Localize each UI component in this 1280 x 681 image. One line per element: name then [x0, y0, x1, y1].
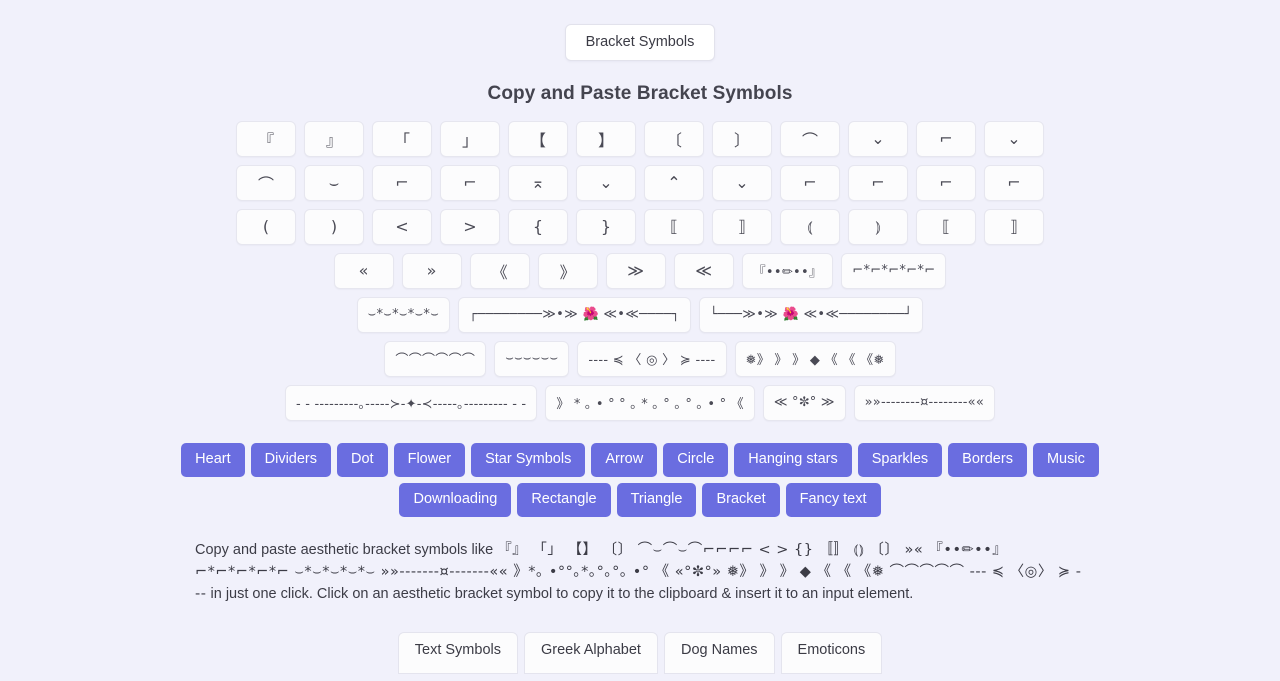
symbol-tile[interactable]: ┌────────≫•≫ 🌺 ≪•≪────┐	[458, 296, 691, 333]
symbol-tile[interactable]: <	[372, 208, 432, 245]
symbol-tile[interactable]: ⟦	[644, 208, 704, 245]
bottom-tab-emoticons[interactable]: Emoticons	[780, 631, 883, 674]
nav-pill-bracket-symbols[interactable]: Bracket Symbols	[564, 24, 716, 61]
symbol-tile[interactable]: ⌒⌒⌒⌒⌒⌒	[384, 340, 487, 377]
symbol-tile[interactable]: }	[576, 208, 636, 245]
symbol-tile[interactable]: ❅》 》 》 ◆ 《 《 《❅	[734, 340, 896, 377]
category-button-flower[interactable]: Flower	[393, 442, 466, 477]
symbol-tile[interactable]: ⟧	[984, 208, 1044, 245]
category-button-sparkles[interactable]: Sparkles	[857, 442, 943, 477]
symbol-row-4: « » 《 》 ≫ ≪ 『••✏••』 ⌐*⌐*⌐*⌐*⌐	[0, 252, 1280, 289]
symbol-tile[interactable]: 「	[372, 120, 432, 157]
symbol-tile[interactable]: ⌐	[916, 120, 976, 157]
category-button-fancy-text[interactable]: Fancy text	[785, 482, 881, 517]
description-paragraph: Copy and paste aesthetic bracket symbols…	[195, 539, 1085, 606]
symbol-tile[interactable]: ⌐	[780, 164, 840, 201]
symbol-tile[interactable]: ⌃	[644, 164, 704, 201]
description-tail: in just one click. Click on an aesthetic…	[210, 586, 914, 603]
symbol-tile[interactable]: 》 * ｡ • ° ° ｡ * ｡ ° ｡ ° ｡ • ° 《	[545, 384, 755, 421]
symbol-tile[interactable]: ⟦	[916, 208, 976, 245]
symbol-tile[interactable]: 》	[537, 252, 598, 289]
symbol-tile[interactable]: {	[508, 208, 568, 245]
symbol-tile[interactable]: ⌒	[780, 120, 840, 157]
symbol-grid: 『 』 「 」 【 】 〔 〕 ⌒ ⌄ ⌐ ⌄ ⌒ ⌣ ⌐ ⌐ ⌅ ⌄ ⌃ ⌄ …	[0, 120, 1280, 421]
symbol-tile[interactable]: ⟧	[712, 208, 772, 245]
symbol-tile[interactable]: ⌄	[984, 120, 1044, 157]
symbol-tile[interactable]: »»--------¤--------««	[853, 384, 995, 421]
symbol-tile[interactable]: )	[304, 208, 364, 245]
symbol-row-7: - - ---------｡-----≻-✦-≺-----｡--------- …	[0, 384, 1280, 421]
category-button-hanging-stars[interactable]: Hanging stars	[734, 442, 852, 477]
symbol-tile[interactable]: 】	[576, 120, 636, 157]
symbol-tile[interactable]: ⌐	[848, 164, 908, 201]
symbol-tile[interactable]: ≪ °✼° ≫	[762, 384, 846, 421]
symbol-tile[interactable]: 〕	[712, 120, 772, 157]
symbol-tile[interactable]: »	[401, 252, 462, 289]
category-button-downloading[interactable]: Downloading	[399, 482, 512, 517]
symbol-tile[interactable]: ⦅	[780, 208, 840, 245]
symbol-tile[interactable]: ⌅	[508, 164, 568, 201]
symbol-row-3: ( ) < > { } ⟦ ⟧ ⦅ ⦆ ⟦ ⟧	[0, 208, 1280, 245]
symbol-tile[interactable]: ⌄	[576, 164, 636, 201]
category-button-dividers[interactable]: Dividers	[250, 442, 332, 477]
category-button-circle[interactable]: Circle	[663, 442, 729, 477]
category-button-arrow[interactable]: Arrow	[591, 442, 658, 477]
category-button-heart[interactable]: Heart	[181, 442, 245, 477]
symbol-row-1: 『 』 「 」 【 】 〔 〕 ⌒ ⌄ ⌐ ⌄	[0, 120, 1280, 157]
category-button-star-symbols[interactable]: Star Symbols	[471, 442, 586, 477]
category-row-1: Heart Dividers Dot Flower Star Symbols A…	[0, 442, 1280, 477]
symbol-tile[interactable]: (	[236, 208, 296, 245]
symbol-tile[interactable]: ⌄	[712, 164, 772, 201]
symbol-tile[interactable]: ⌣*⌣*⌣*⌣*⌣	[356, 296, 451, 333]
symbol-tile[interactable]: ---- ≼ 〈 ◎ 〉 ≽ ----	[577, 340, 727, 377]
category-button-music[interactable]: Music	[1032, 442, 1099, 477]
symbol-tile[interactable]: ⦆	[848, 208, 908, 245]
symbol-row-5: ⌣*⌣*⌣*⌣*⌣ ┌────────≫•≫ 🌺 ≪•≪────┐ └───≫•…	[0, 296, 1280, 333]
category-buttons: Heart Dividers Dot Flower Star Symbols A…	[0, 442, 1280, 517]
symbol-tile[interactable]: - - ---------｡-----≻-✦-≺-----｡--------- …	[285, 384, 538, 421]
symbol-tile[interactable]: ≪	[673, 252, 734, 289]
bottom-tab-greek-alphabet[interactable]: Greek Alphabet	[524, 631, 658, 674]
symbol-tile[interactable]: 『••✏••』	[741, 252, 834, 289]
symbol-tile[interactable]: 』	[304, 120, 364, 157]
page-title: Copy and Paste Bracket Symbols	[487, 82, 793, 104]
symbol-tile[interactable]: ⌐*⌐*⌐*⌐*⌐	[841, 252, 947, 289]
bottom-tab-dog-names[interactable]: Dog Names	[663, 631, 775, 674]
symbol-tile[interactable]: ⌄	[848, 120, 908, 157]
category-button-rectangle[interactable]: Rectangle	[517, 482, 611, 517]
symbol-tile[interactable]: 〔	[644, 120, 704, 157]
category-row-2: Downloading Rectangle Triangle Bracket F…	[0, 482, 1280, 517]
category-button-dot[interactable]: Dot	[337, 442, 388, 477]
symbol-tile[interactable]: ⌐	[440, 164, 500, 201]
symbol-tile[interactable]: 『	[236, 120, 296, 157]
category-button-bracket[interactable]: Bracket	[702, 482, 780, 517]
symbol-tile[interactable]: ≫	[605, 252, 666, 289]
symbol-tile[interactable]: ⌐	[372, 164, 432, 201]
bottom-tab-bar: Text Symbols Greek Alphabet Dog Names Em…	[0, 631, 1280, 674]
symbol-tile[interactable]: 《	[469, 252, 530, 289]
symbol-row-2: ⌒ ⌣ ⌐ ⌐ ⌅ ⌄ ⌃ ⌄ ⌐ ⌐ ⌐ ⌐	[0, 164, 1280, 201]
symbol-tile[interactable]: ⌣	[304, 164, 364, 201]
bottom-tab-text-symbols[interactable]: Text Symbols	[397, 631, 518, 674]
category-button-borders[interactable]: Borders	[948, 442, 1027, 477]
page-root: Bracket Symbols Copy and Paste Bracket S…	[0, 0, 1280, 681]
symbol-tile[interactable]: «	[333, 252, 394, 289]
description-lead: Copy and paste aesthetic bracket symbols…	[195, 541, 494, 558]
symbol-tile[interactable]: └───≫•≫ 🌺 ≪•≪────────┘	[698, 296, 924, 333]
category-button-triangle[interactable]: Triangle	[616, 482, 697, 517]
symbol-row-6: ⌒⌒⌒⌒⌒⌒ ⌣⌣⌣⌣⌣⌣ ---- ≼ 〈 ◎ 〉 ≽ ---- ❅》 》 》…	[0, 340, 1280, 377]
symbol-tile[interactable]: ⌐	[916, 164, 976, 201]
symbol-tile[interactable]: 【	[508, 120, 568, 157]
symbol-tile[interactable]: ⌐	[984, 164, 1044, 201]
symbol-tile[interactable]: ⌒	[236, 164, 296, 201]
top-navigation: Bracket Symbols	[0, 0, 1280, 61]
symbol-tile[interactable]: 」	[440, 120, 500, 157]
symbol-tile[interactable]: >	[440, 208, 500, 245]
symbol-tile[interactable]: ⌣⌣⌣⌣⌣⌣	[494, 340, 570, 377]
